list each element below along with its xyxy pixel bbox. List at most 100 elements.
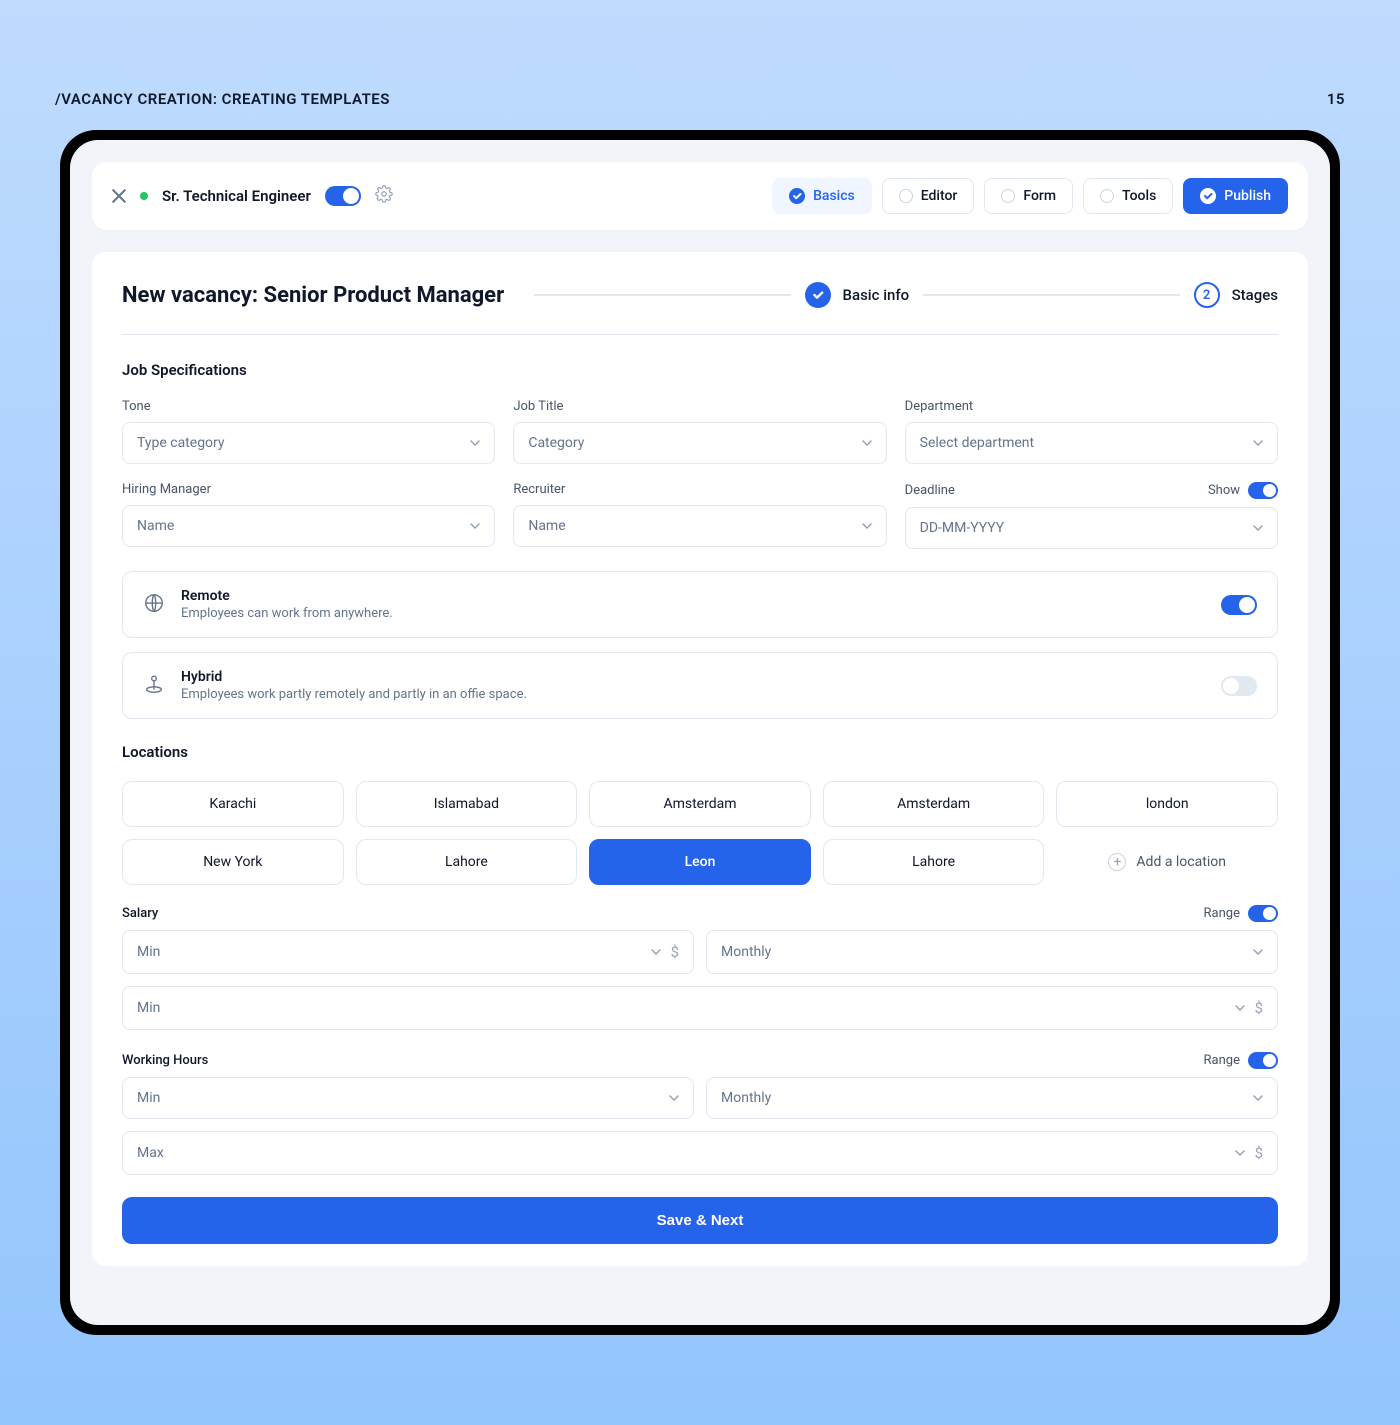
- select-value: Monthly: [721, 1090, 771, 1106]
- deadline-show-toggle[interactable]: [1248, 482, 1278, 499]
- salary-min-select[interactable]: Min $: [122, 930, 694, 974]
- page-title: New vacancy: Senior Product Manager: [122, 283, 504, 308]
- add-location-button[interactable]: + Add a location: [1056, 839, 1278, 885]
- vacancy-active-toggle[interactable]: [325, 186, 361, 206]
- chevron-down-icon: [470, 440, 480, 446]
- field-recruiter: Recruiter Name: [513, 482, 886, 549]
- top-toolbar: Sr. Technical Engineer Basics Editor For: [92, 162, 1308, 230]
- location-chip[interactable]: Karachi: [122, 781, 344, 827]
- close-icon[interactable]: [112, 189, 126, 203]
- step-connector: [534, 294, 790, 296]
- salary-frequency-select[interactable]: Monthly: [706, 930, 1278, 974]
- location-chip[interactable]: london: [1056, 781, 1278, 827]
- chevron-down-icon: [651, 949, 661, 955]
- field-hiring-manager: Hiring Manager Name: [122, 482, 495, 549]
- hours-range-toggle[interactable]: [1248, 1052, 1278, 1069]
- job-title-select[interactable]: Category: [513, 422, 886, 464]
- select-value: Min: [137, 1090, 160, 1106]
- tone-select[interactable]: Type category: [122, 422, 495, 464]
- select-value: Name: [528, 518, 565, 534]
- deadline-input[interactable]: DD-MM-YYYY: [905, 507, 1278, 549]
- chevron-down-icon: [1253, 525, 1263, 531]
- dollar-icon: $: [1255, 999, 1263, 1017]
- plus-icon: +: [1108, 853, 1126, 871]
- salary-label: Salary: [122, 906, 158, 921]
- tab-basics[interactable]: Basics: [772, 178, 872, 214]
- location-chip[interactable]: Lahore: [356, 839, 578, 885]
- recruiter-select[interactable]: Name: [513, 505, 886, 547]
- dollar-icon: $: [671, 943, 679, 961]
- chevron-down-icon: [862, 523, 872, 529]
- tab-form[interactable]: Form: [984, 178, 1073, 214]
- section-locations: Locations: [122, 743, 1278, 761]
- remote-title: Remote: [181, 588, 1205, 604]
- tab-editor[interactable]: Editor: [882, 178, 975, 214]
- check-icon: [1200, 188, 1216, 204]
- chevron-down-icon: [470, 523, 480, 529]
- hybrid-toggle[interactable]: [1221, 676, 1257, 696]
- hours-frequency-select[interactable]: Monthly: [706, 1077, 1278, 1119]
- hours-min-select[interactable]: Min: [122, 1077, 694, 1119]
- chevron-down-icon: [1253, 1095, 1263, 1101]
- chevron-down-icon: [669, 1095, 679, 1101]
- tab-form-label: Form: [1023, 188, 1056, 204]
- step-connector: [923, 294, 1179, 296]
- field-deadline: Deadline Show DD-MM-YYYY: [905, 482, 1278, 549]
- location-chip[interactable]: New York: [122, 839, 344, 885]
- save-next-button[interactable]: Save & Next: [122, 1197, 1278, 1244]
- remote-desc: Employees can work from anywhere.: [181, 606, 1205, 621]
- step-basic-info[interactable]: Basic info: [805, 282, 910, 308]
- step-label: Stages: [1232, 286, 1278, 304]
- tab-tools-label: Tools: [1122, 188, 1156, 204]
- section-job-spec: Job Specifications: [122, 361, 1278, 379]
- department-select[interactable]: Select department: [905, 422, 1278, 464]
- tab-editor-label: Editor: [921, 188, 958, 204]
- select-value: DD-MM-YYYY: [920, 520, 1005, 536]
- location-chip[interactable]: Amsterdam: [589, 781, 811, 827]
- publish-button[interactable]: Publish: [1183, 178, 1288, 214]
- remote-toggle[interactable]: [1221, 595, 1257, 615]
- step-number-icon: 2: [1194, 282, 1220, 308]
- radio-icon: [899, 189, 913, 203]
- map-pin-icon: [143, 673, 165, 699]
- select-value: Min: [137, 1000, 160, 1016]
- hybrid-title: Hybrid: [181, 669, 1205, 685]
- location-chip[interactable]: Amsterdam: [823, 781, 1045, 827]
- hiring-manager-select[interactable]: Name: [122, 505, 495, 547]
- range-label: Range: [1204, 906, 1240, 921]
- check-icon: [789, 188, 805, 204]
- chevron-down-icon: [1253, 949, 1263, 955]
- field-tone: Tone Type category: [122, 399, 495, 464]
- hybrid-desc: Employees work partly remotely and partl…: [181, 687, 1205, 702]
- field-label: Recruiter: [513, 482, 565, 497]
- location-chip[interactable]: Islamabad: [356, 781, 578, 827]
- hours-max-select[interactable]: Max $: [122, 1131, 1278, 1175]
- field-department: Department Select department: [905, 399, 1278, 464]
- tab-tools[interactable]: Tools: [1083, 178, 1173, 214]
- step-label: Basic info: [843, 286, 910, 304]
- tab-basics-label: Basics: [813, 188, 855, 204]
- page-number: 15: [1327, 90, 1345, 108]
- chevron-down-icon: [1253, 440, 1263, 446]
- dollar-icon: $: [1255, 1144, 1263, 1162]
- field-label: Department: [905, 399, 974, 414]
- select-value: Monthly: [721, 944, 771, 960]
- select-value: Name: [137, 518, 174, 534]
- field-job-title: Job Title Category: [513, 399, 886, 464]
- vacancy-title: Sr. Technical Engineer: [162, 187, 311, 205]
- globe-icon: [143, 592, 165, 618]
- chevron-down-icon: [862, 440, 872, 446]
- add-location-label: Add a location: [1136, 854, 1226, 870]
- select-value: Select department: [920, 435, 1034, 451]
- field-label: Job Title: [513, 399, 563, 414]
- select-value: Category: [528, 435, 584, 451]
- step-stages[interactable]: 2 Stages: [1194, 282, 1278, 308]
- gear-icon[interactable]: [375, 185, 393, 207]
- location-chip[interactable]: Lahore: [823, 839, 1045, 885]
- salary-range-toggle[interactable]: [1248, 905, 1278, 922]
- hybrid-option: Hybrid Employees work partly remotely an…: [122, 652, 1278, 719]
- location-chip[interactable]: Leon: [589, 839, 811, 885]
- step-check-icon: [805, 282, 831, 308]
- salary-value-select[interactable]: Min $: [122, 986, 1278, 1030]
- select-value: Type category: [137, 435, 225, 451]
